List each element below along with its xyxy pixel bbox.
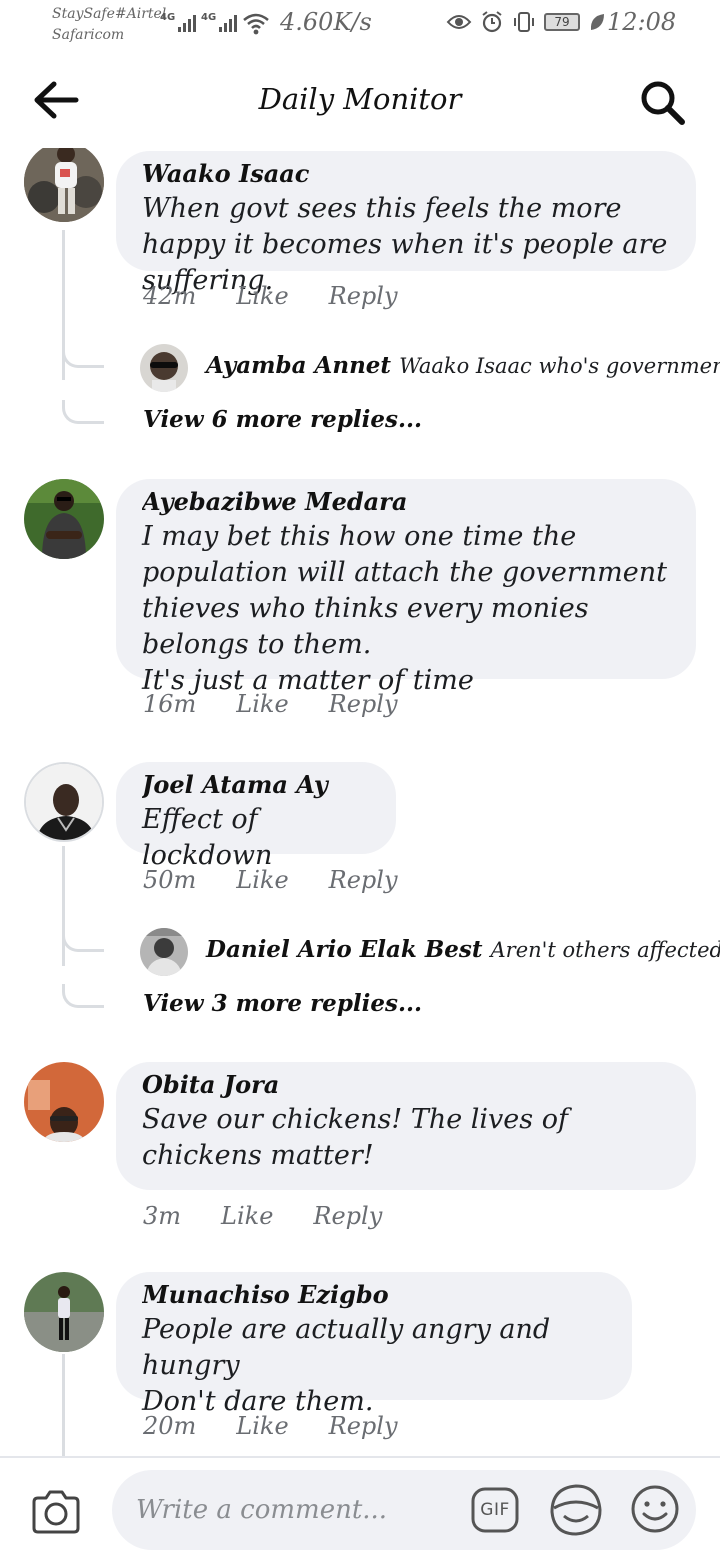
reply-button[interactable]: Reply — [329, 1412, 398, 1440]
comment-author[interactable]: Obita Jora — [142, 1068, 670, 1102]
comment-actions: 3m Like Reply — [143, 1202, 422, 1230]
thread-branch — [62, 984, 104, 1008]
like-button[interactable]: Like — [221, 1202, 273, 1230]
comment-time: 16m — [143, 690, 197, 718]
reply-text: Aren't others affected too? — [490, 938, 720, 962]
avatar[interactable] — [24, 1062, 104, 1142]
view-more-replies-link[interactable]: View 6 more replies... — [143, 406, 422, 433]
thread-branch — [62, 928, 104, 952]
reply-avatar[interactable] — [140, 928, 188, 976]
comment-author[interactable]: Waako Isaac — [142, 157, 670, 191]
comment-bubble[interactable]: Ayebazibwe Medara I may bet this how one… — [116, 479, 696, 696]
reply-preview[interactable]: Ayamba Annet Waako Isaac who's governmen… — [206, 352, 720, 379]
page-title: Daily Monitor — [258, 82, 462, 116]
reply-preview[interactable]: Daniel Ario Elak Best Aren't others affe… — [206, 936, 720, 963]
sim1-signal-icon: 4G — [160, 12, 197, 32]
status-icons: 79 — [446, 10, 606, 34]
comment-bubble[interactable]: Obita Jora Save our chickens! The lives … — [116, 1062, 696, 1190]
like-button[interactable]: Like — [236, 690, 288, 718]
thread-line — [62, 846, 65, 966]
carrier-line-1: StaySafe#Airtel — [52, 6, 167, 22]
reply-author[interactable]: Ayamba Annet — [206, 352, 391, 379]
alarm-icon — [482, 11, 502, 33]
comment-author[interactable]: Ayebazibwe Medara — [142, 485, 670, 519]
reply-button[interactable]: Reply — [329, 282, 398, 310]
app-bar: Daily Monitor — [0, 52, 720, 148]
avatar[interactable] — [24, 479, 104, 559]
comment-actions: 42m Like Reply — [143, 282, 438, 310]
reply-avatar[interactable] — [140, 344, 188, 392]
avatar[interactable] — [24, 1272, 104, 1352]
eye-comfort-icon — [446, 15, 472, 29]
comment-composer: GIF — [0, 1456, 720, 1560]
reply-author[interactable]: Daniel Ario Elak Best — [206, 936, 483, 963]
comment-author[interactable]: Munachiso Ezigbo — [142, 1278, 606, 1312]
like-button[interactable]: Like — [236, 282, 288, 310]
carrier-line-2: Safaricom — [52, 27, 125, 43]
comment-text: I may bet this how one time the populati… — [142, 521, 667, 696]
comment-actions: 20m Like Reply — [143, 1412, 438, 1440]
thread-branch — [62, 346, 104, 368]
emoji-icon[interactable] — [630, 1484, 680, 1534]
carrier-info: StaySafe#Airtel Safaricom — [52, 4, 166, 46]
wifi-icon — [243, 13, 269, 35]
comment-time: 50m — [143, 866, 197, 894]
reply-text: Waako Isaac who's governmen... — [399, 354, 720, 378]
comment-bubble[interactable]: Waako Isaac When govt sees this feels th… — [116, 151, 696, 296]
comment-text: Effect of lockdown — [142, 804, 273, 871]
clock: 12:08 — [607, 8, 677, 36]
network-speed: 4.60K/s — [280, 8, 372, 36]
comment-time: 20m — [143, 1412, 197, 1440]
sim2-signal-icon: 4G — [201, 12, 238, 32]
thread-line — [62, 1354, 65, 1456]
avatar[interactable] — [24, 762, 104, 842]
comment-author[interactable]: Joel Atama Ay — [142, 768, 370, 802]
gif-label: GIF — [480, 1500, 510, 1520]
avatar[interactable] — [24, 148, 104, 222]
vibrate-icon — [514, 12, 534, 32]
view-more-replies-link[interactable]: View 3 more replies... — [143, 990, 422, 1017]
gif-button[interactable]: GIF — [470, 1486, 520, 1534]
comment-actions: 50m Like Reply — [143, 866, 438, 894]
like-button[interactable]: Like — [236, 1412, 288, 1440]
search-icon[interactable] — [638, 78, 688, 126]
comment-input-container[interactable]: GIF — [112, 1470, 696, 1550]
battery-icon: 79 — [544, 13, 580, 31]
comment-input[interactable] — [136, 1470, 456, 1550]
like-button[interactable]: Like — [236, 866, 288, 894]
comments-feed[interactable]: Waako Isaac When govt sees this feels th… — [0, 148, 720, 1456]
comment-time: 42m — [143, 282, 197, 310]
comment-time: 3m — [143, 1202, 182, 1230]
comment-text: Save our chickens! The lives of chickens… — [142, 1104, 568, 1171]
leaf-icon — [590, 14, 604, 30]
comment-bubble[interactable]: Joel Atama Ay Effect of lockdown — [116, 762, 396, 871]
comment-text: People are actually angry and hungry Don… — [142, 1314, 551, 1417]
sticker-icon[interactable] — [548, 1482, 604, 1538]
reply-button[interactable]: Reply — [329, 866, 398, 894]
reply-button[interactable]: Reply — [329, 690, 398, 718]
reply-button[interactable]: Reply — [313, 1202, 382, 1230]
camera-icon[interactable] — [30, 1488, 82, 1536]
thread-branch — [62, 400, 104, 424]
status-bar: StaySafe#Airtel Safaricom 4G 4G 4.60K/s … — [0, 0, 720, 52]
comment-actions: 16m Like Reply — [143, 690, 438, 718]
comment-bubble[interactable]: Munachiso Ezigbo People are actually ang… — [116, 1272, 632, 1417]
